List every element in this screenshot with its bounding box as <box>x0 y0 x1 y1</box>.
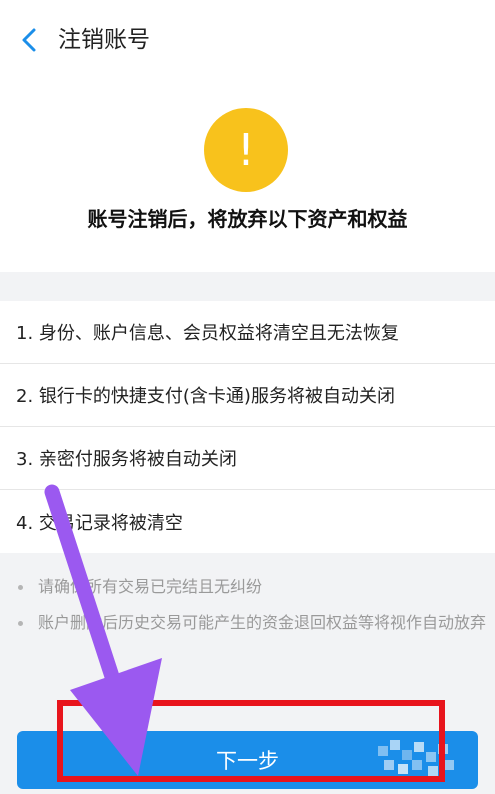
page-title: 注销账号 <box>58 27 150 53</box>
rights-item-intimate-pay: 3. 亲密付服务将被自动关闭 <box>0 427 495 490</box>
warning-section: 注销账号 ! 账号注销后，将放弃以下资产和权益 <box>0 0 495 272</box>
header: 注销账号 <box>0 0 495 80</box>
chevron-left-icon <box>22 28 36 52</box>
note-item: 请确保所有交易已完结且无纠纷 <box>18 570 487 604</box>
next-step-button[interactable]: 下一步 <box>17 731 478 789</box>
exclamation-icon: ! <box>204 108 288 192</box>
rights-list: 1. 身份、账户信息、会员权益将清空且无法恢复 2. 银行卡的快捷支付(含卡通)… <box>0 301 495 553</box>
cancel-account-page: 注销账号 ! 账号注销后，将放弃以下资产和权益 1. 身份、账户信息、会员权益将… <box>0 0 495 794</box>
warning-title: 账号注销后，将放弃以下资产和权益 <box>87 207 408 231</box>
notes-list: 请确保所有交易已完结且无纠纷 账户删除后历史交易可能产生的资金退回权益等将视作自… <box>0 560 495 642</box>
rights-item-transaction-records: 4. 交易记录将被清空 <box>16 512 183 534</box>
note-item: 账户删除后历史交易可能产生的资金退回权益等将视作自动放弃 <box>18 606 487 640</box>
next-step-label: 下一步 <box>216 749 279 773</box>
back-button[interactable] <box>12 22 46 58</box>
rights-item-identity: 1. 身份、账户信息、会员权益将清空且无法恢复 <box>0 301 495 364</box>
rights-item-bank-card: 2. 银行卡的快捷支付(含卡通)服务将被自动关闭 <box>0 364 495 427</box>
exclamation-symbol: ! <box>237 124 255 176</box>
